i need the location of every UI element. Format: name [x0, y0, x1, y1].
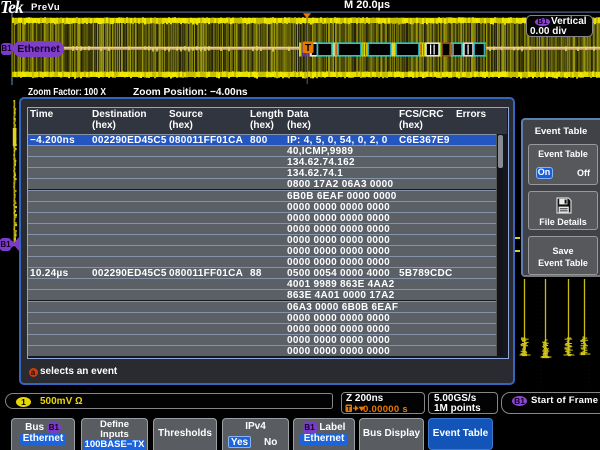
- svg-text:T: T: [347, 406, 352, 413]
- svg-text:T: T: [305, 43, 311, 54]
